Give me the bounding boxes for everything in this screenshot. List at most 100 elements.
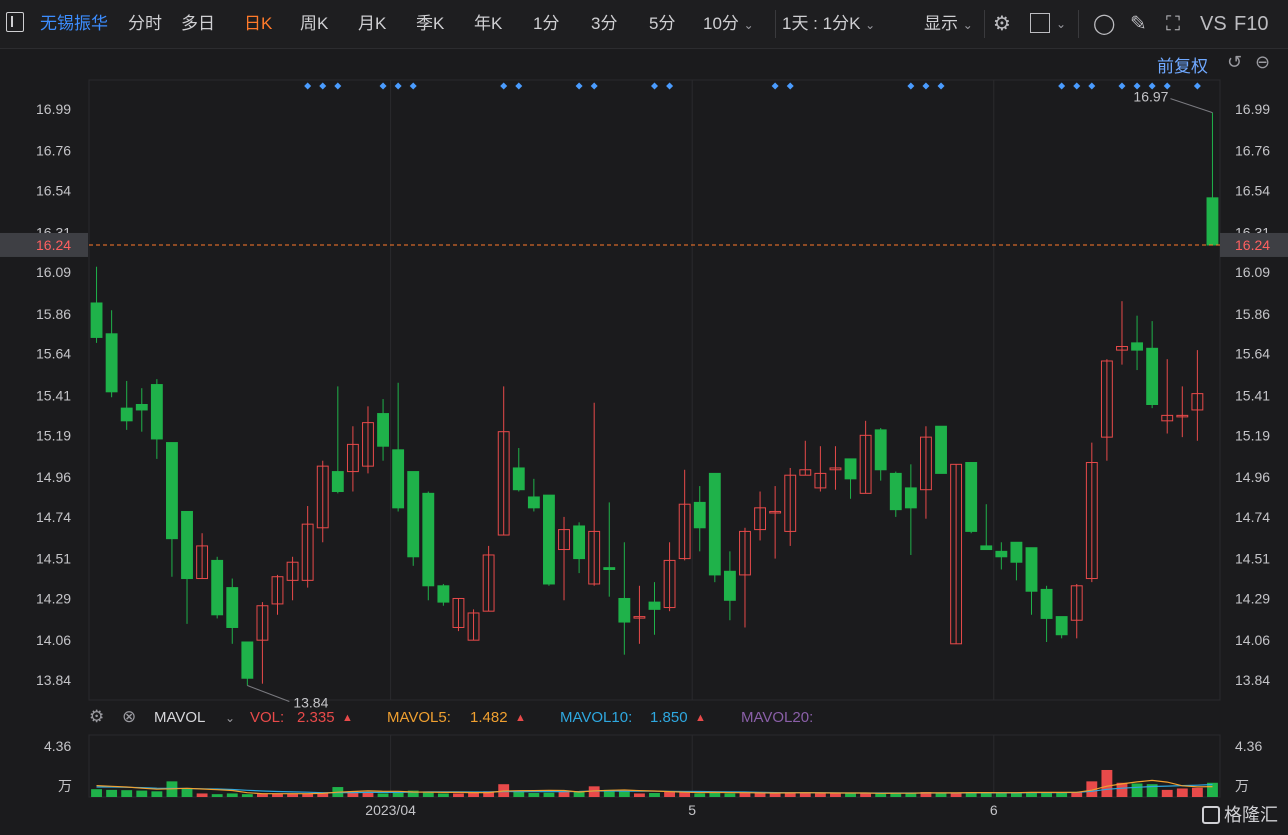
x-tick-label: 5	[688, 802, 696, 818]
candle-body[interactable]	[904, 487, 917, 509]
x-tick-label: 2023/04	[365, 802, 416, 818]
chevron-down-icon[interactable]: ⌄	[225, 711, 235, 725]
event-marker-icon[interactable]	[1118, 82, 1126, 90]
y-tick-label-right: 15.64	[1235, 346, 1270, 362]
candle-body[interactable]	[603, 567, 616, 570]
candle-body[interactable]	[90, 302, 103, 338]
candle-body[interactable]	[1131, 342, 1143, 351]
volume-bar	[272, 793, 283, 797]
volume-bar	[302, 793, 314, 797]
event-marker-icon[interactable]	[1193, 82, 1201, 90]
candle-body[interactable]	[437, 585, 450, 603]
indicator-name[interactable]: MAVOL	[154, 709, 205, 726]
candle-body[interactable]	[226, 587, 239, 628]
event-marker-icon[interactable]	[1073, 82, 1081, 90]
volume-bar	[664, 792, 676, 797]
candle-body[interactable]	[693, 501, 706, 529]
event-marker-icon[interactable]	[590, 82, 598, 90]
event-marker-icon[interactable]	[771, 82, 779, 90]
y-tick-label-left: 15.64	[36, 346, 71, 362]
candle-body[interactable]	[392, 449, 405, 509]
candle-body[interactable]	[935, 425, 947, 474]
event-marker-icon[interactable]	[409, 82, 417, 90]
volume-bar	[543, 792, 555, 797]
event-marker-icon[interactable]	[304, 82, 312, 90]
candle-body[interactable]	[331, 471, 344, 493]
event-marker-icon[interactable]	[937, 82, 945, 90]
candle-body[interactable]	[407, 471, 420, 558]
volume-bar	[151, 791, 163, 797]
candle-body[interactable]	[1010, 541, 1023, 563]
volume-bar	[875, 793, 887, 797]
candle-body[interactable]	[1025, 547, 1038, 592]
candle-body[interactable]	[844, 458, 857, 480]
y-tick-label-right: 13.84	[1235, 672, 1270, 688]
current-price-tag-right: 16.24	[1235, 237, 1270, 253]
volume-bar	[196, 793, 208, 797]
vol-value: 2.335	[297, 709, 335, 726]
candle-body[interactable]	[150, 384, 163, 440]
watermark-logo-icon	[1202, 806, 1220, 824]
candle-body[interactable]	[708, 472, 721, 576]
candle-body[interactable]	[723, 570, 736, 601]
candle-body[interactable]	[181, 510, 193, 580]
y-tick-label-left: 15.86	[36, 306, 71, 322]
candle-body[interactable]	[618, 597, 631, 623]
volume-unit-label-right: 万	[1235, 778, 1249, 794]
event-marker-icon[interactable]	[575, 82, 583, 90]
candle-body[interactable]	[543, 494, 555, 585]
volume-bar	[91, 789, 102, 797]
y-tick-label-left: 14.06	[36, 632, 71, 648]
event-marker-icon[interactable]	[786, 82, 794, 90]
candle-body[interactable]	[105, 333, 118, 393]
candle-body[interactable]	[211, 559, 224, 616]
event-marker-icon[interactable]	[1058, 82, 1066, 90]
candle-body[interactable]	[874, 429, 887, 471]
candle-body[interactable]	[135, 404, 148, 411]
event-marker-icon[interactable]	[394, 82, 402, 90]
event-marker-icon[interactable]	[922, 82, 930, 90]
candle-body[interactable]	[1055, 616, 1068, 636]
candle-body[interactable]	[648, 601, 661, 610]
volume-bar	[1101, 769, 1113, 797]
event-marker-icon[interactable]	[907, 82, 915, 90]
y-tick-label-right: 16.54	[1235, 183, 1270, 199]
up-arrow-icon: ▲	[515, 712, 526, 724]
gear-icon[interactable]: ⚙	[89, 707, 104, 727]
volume-bar	[709, 792, 721, 797]
candle-body[interactable]	[512, 467, 525, 491]
candle-body[interactable]	[120, 407, 133, 422]
candle-body[interactable]	[965, 462, 978, 532]
event-marker-icon[interactable]	[319, 82, 327, 90]
volume-bar	[211, 794, 223, 797]
volume-bar	[799, 792, 811, 797]
y-tick-label-right: 16.99	[1235, 101, 1270, 117]
event-marker-icon[interactable]	[1088, 82, 1096, 90]
event-marker-icon[interactable]	[334, 82, 342, 90]
y-tick-label-right: 15.19	[1235, 427, 1270, 443]
candle-body[interactable]	[1146, 347, 1159, 406]
close-icon[interactable]: ⊗	[122, 707, 136, 727]
candle-body[interactable]	[995, 550, 1008, 558]
candle-body[interactable]	[1206, 197, 1219, 246]
y-tick-label-right: 14.96	[1235, 469, 1270, 485]
candle-body[interactable]	[166, 442, 178, 540]
event-marker-icon[interactable]	[666, 82, 674, 90]
y-tick-label-left: 16.09	[36, 264, 71, 280]
candle-body[interactable]	[980, 545, 993, 551]
candle-body[interactable]	[241, 641, 254, 679]
candle-body[interactable]	[527, 496, 540, 509]
event-marker-icon[interactable]	[515, 82, 523, 90]
event-marker-icon[interactable]	[651, 82, 658, 90]
candle-body[interactable]	[889, 472, 902, 511]
candle-body[interactable]	[422, 492, 435, 587]
watermark: 格隆汇	[1202, 801, 1278, 827]
candle-body[interactable]	[1040, 588, 1053, 619]
event-marker-icon[interactable]	[500, 82, 508, 90]
y-tick-label-left: 14.74	[36, 509, 71, 525]
indicator-bar: ⚙ ⊗ MAVOL ⌄ VOL: 2.335 ▲ MAVOL5: 1.482 ▲…	[0, 705, 1288, 731]
candle-body[interactable]	[573, 525, 586, 560]
event-marker-icon[interactable]	[379, 82, 387, 90]
candle-body[interactable]	[377, 413, 389, 447]
volume-unit-label: 万	[58, 778, 72, 794]
